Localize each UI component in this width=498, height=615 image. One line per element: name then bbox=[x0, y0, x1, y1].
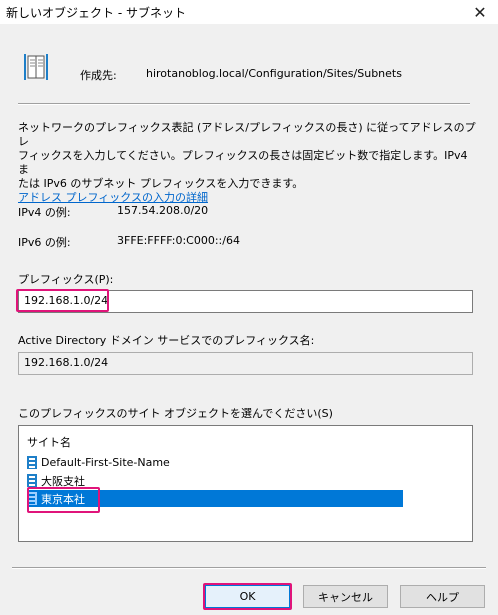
list-item-selected[interactable]: 東京本社 bbox=[27, 490, 403, 507]
site-column-header: サイト名 bbox=[27, 436, 71, 449]
site-icon bbox=[27, 492, 37, 505]
list-item[interactable]: 大阪支社 bbox=[27, 472, 403, 489]
site-icon bbox=[27, 474, 37, 487]
ok-button[interactable]: OK bbox=[205, 585, 290, 608]
site-icon bbox=[27, 456, 37, 469]
description: ネットワークのプレフィックス表記 (アドレス/プレフィックスの長さ) に従ってア… bbox=[18, 121, 478, 205]
description-line: たは IPv6 のサブネット プレフィックスを入力できます。 bbox=[18, 177, 304, 190]
prefix-input[interactable]: 192.168.1.0/24 bbox=[18, 290, 473, 313]
window-title: 新しいオブジェクト - サブネット bbox=[6, 6, 186, 20]
book-icon bbox=[24, 54, 48, 80]
site-name: 東京本社 bbox=[41, 492, 85, 506]
ad-prefix-label: Active Directory ドメイン サービスでのプレフィックス名: bbox=[18, 334, 315, 347]
ipv6-example-label: IPv6 の例: bbox=[18, 236, 71, 249]
cancel-button[interactable]: キャンセル bbox=[303, 585, 388, 608]
ipv4-example-value: 157.54.208.0/20 bbox=[117, 204, 209, 217]
ad-prefix-field: 192.168.1.0/24 bbox=[18, 352, 473, 375]
site-listbox[interactable]: サイト名 Default-First-Site-Name 大阪支社 東京本社 bbox=[18, 425, 473, 542]
site-name: 大阪支社 bbox=[41, 474, 85, 488]
site-select-label: このプレフィックスのサイト オブジェクトを選んでください(S) bbox=[18, 407, 333, 420]
create-in-label: 作成先: bbox=[80, 69, 117, 82]
ipv6-example-value: 3FFE:FFFF:0:C000::/64 bbox=[117, 234, 240, 247]
site-name: Default-First-Site-Name bbox=[41, 456, 170, 469]
help-button[interactable]: ヘルプ bbox=[400, 585, 485, 608]
close-icon[interactable]: ✕ bbox=[462, 0, 498, 24]
description-line: フィックスを入力してください。プレフィックスの長さは固定ビット数で指定します。I… bbox=[18, 149, 468, 176]
create-in-path: hirotanoblog.local/Configuration/Sites/S… bbox=[146, 67, 402, 80]
title-bar: 新しいオブジェクト - サブネット ✕ bbox=[0, 0, 498, 24]
description-line: ネットワークのプレフィックス表記 (アドレス/プレフィックスの長さ) に従ってア… bbox=[18, 121, 476, 148]
prefix-help-link[interactable]: アドレス プレフィックスの入力の詳細 bbox=[18, 191, 478, 205]
ipv4-example-label: IPv4 の例: bbox=[18, 206, 71, 219]
list-item[interactable]: Default-First-Site-Name bbox=[27, 454, 403, 471]
prefix-label: プレフィックス(P): bbox=[18, 273, 114, 286]
